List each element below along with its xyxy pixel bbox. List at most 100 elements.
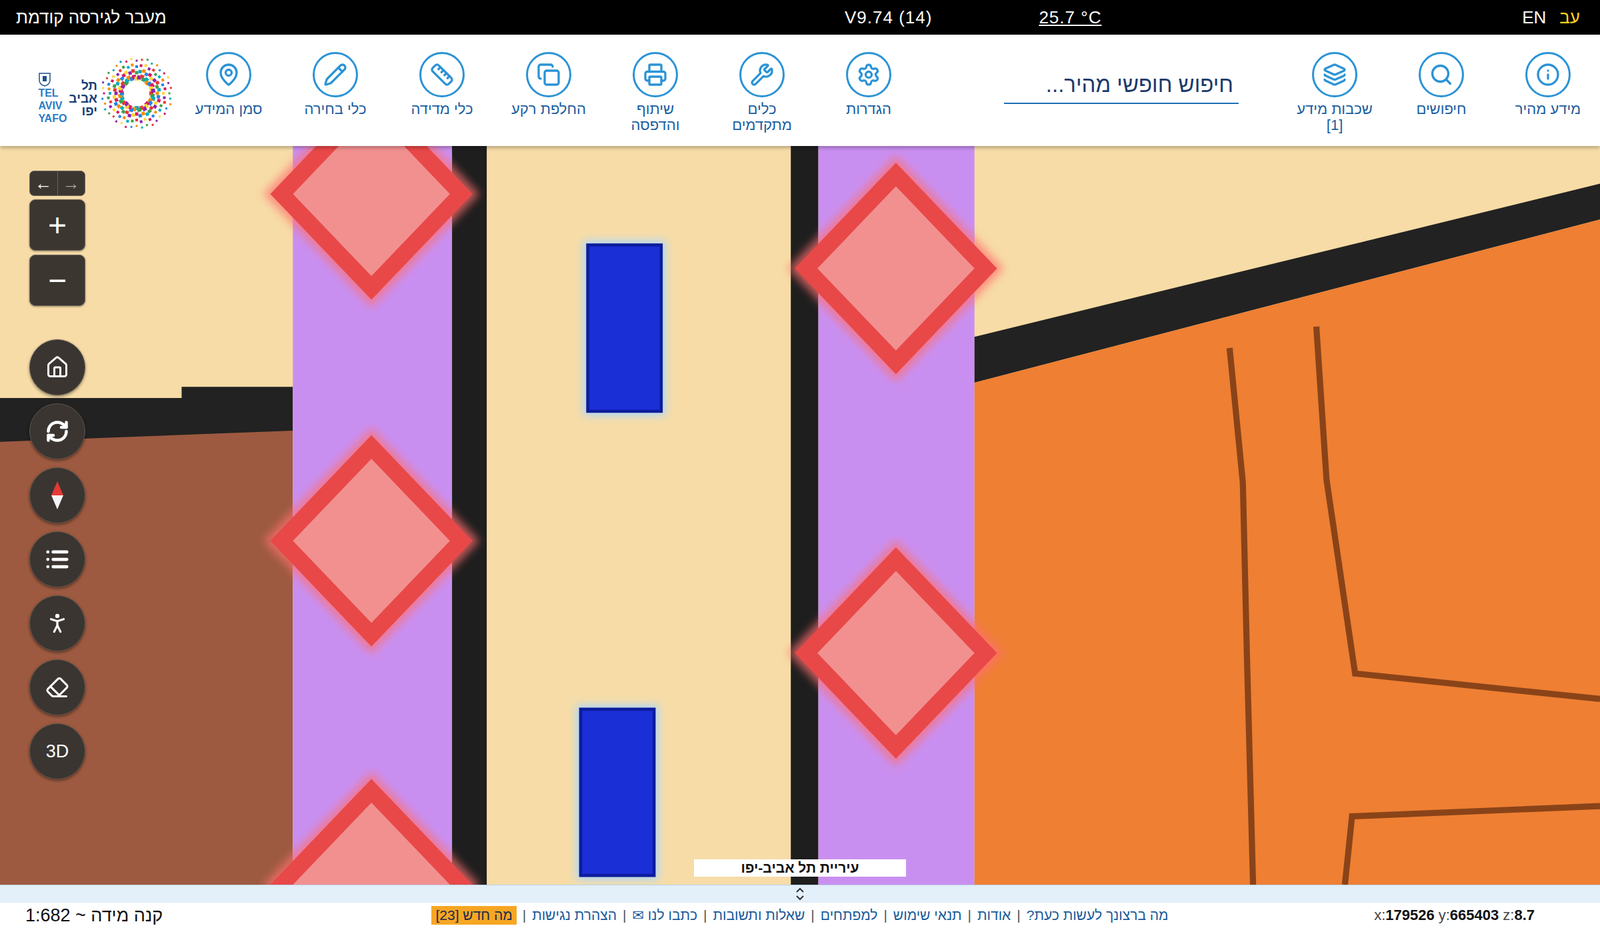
footer-link[interactable]: מה ברצונך לעשות כעת?	[1026, 907, 1169, 924]
quick-search-input[interactable]	[1004, 68, 1239, 102]
home-icon	[45, 355, 70, 380]
street-view-button[interactable]	[29, 595, 86, 652]
separator: |	[1016, 907, 1020, 924]
separator: |	[810, 907, 814, 924]
map-attribution: עיריית תל אביב-יפו	[694, 859, 906, 877]
toolbar-label: כלי מדידה	[410, 101, 473, 118]
toolbar-icon-circle[interactable]	[1525, 52, 1571, 98]
toolbar-button[interactable]: כלי מדידה	[390, 34, 494, 118]
city-logo[interactable]: TELAVIVYAFOתלאביביפו	[38, 50, 174, 136]
language-option[interactable]: עב	[1559, 7, 1580, 28]
previous-version-link[interactable]: מעבר לגירסה קודמת	[16, 7, 845, 28]
refresh-icon	[45, 419, 70, 444]
toolbar-button[interactable]: שיתוףוהדפסה	[603, 34, 708, 134]
separator: |	[883, 907, 887, 924]
coordinate: z:8.7	[1502, 906, 1535, 924]
footer-links: מה ברצונך לעשות כעת? | אודות | תנאי שימוש | למ…	[431, 906, 1168, 925]
parcel-brown	[0, 429, 293, 885]
footer-link[interactable]: שאלות ותשובות	[712, 907, 805, 924]
toolbar-button[interactable]: החלפת רקע	[496, 34, 601, 118]
point-marker	[806, 559, 986, 748]
toolbar-icon-circle[interactable]	[846, 52, 892, 98]
toolbar-icon-circle[interactable]	[206, 52, 252, 98]
toolbar-button[interactable]: כלי בחירה	[283, 34, 388, 118]
toolbar-icon	[430, 62, 454, 87]
north-button[interactable]	[29, 467, 86, 524]
separator: |	[522, 907, 526, 924]
toolbar-icon-circle[interactable]	[632, 52, 678, 98]
history-buttons: ←→	[29, 170, 86, 196]
person-icon	[44, 610, 70, 636]
toolbar-icon	[1536, 62, 1560, 87]
home-button[interactable]	[29, 339, 86, 396]
toolbar-label: שיתוףוהדפסה	[631, 101, 680, 134]
logo-burst-icon	[99, 56, 174, 131]
toolbar-icon	[856, 62, 881, 87]
footer-link[interactable]: הצהרת נגישות	[532, 907, 617, 924]
footer-link[interactable]: למפתחים	[820, 907, 878, 924]
version-label: V9.74 (14)	[844, 7, 932, 28]
building-marker	[576, 705, 658, 880]
panel-divider[interactable]	[0, 884, 1600, 903]
footer-link[interactable]: כתבו לנו ✉	[632, 907, 698, 924]
map[interactable]: ←→ +− 3D עיריית תל אביב-יפו	[0, 146, 1600, 885]
footer-link[interactable]: תנאי שימוש	[893, 907, 962, 924]
toolbar-icon	[1429, 62, 1454, 87]
resize-handle-icon[interactable]	[794, 886, 806, 902]
eraser-icon	[45, 675, 70, 700]
zoom-out-button[interactable]: −	[29, 254, 86, 306]
toolbar-button[interactable]: סמן המידע	[176, 34, 281, 118]
refresh-button[interactable]	[29, 403, 86, 460]
toolbar-icon-circle[interactable]	[1418, 52, 1464, 98]
toolbar-icon-circle[interactable]	[1312, 52, 1358, 98]
map-canvas[interactable]	[0, 146, 1600, 885]
parcel-orange	[974, 219, 1600, 885]
toolbar-icon-circle[interactable]	[739, 52, 785, 98]
coordinate: y:665403	[1438, 906, 1500, 924]
coordinate: x:179526	[1374, 906, 1435, 924]
toolbar-icon-circle[interactable]	[419, 52, 465, 98]
clear-button[interactable]	[29, 659, 86, 716]
toolbar-label: כלי בחירה	[304, 101, 367, 118]
toolbar-icon-circle[interactable]	[312, 52, 358, 98]
toolbar-icon-circle[interactable]	[526, 52, 572, 98]
top-bar: מעבר לגירסה קודמתV9.74 (14) 25.7 °C EN עב	[0, 0, 1600, 35]
toolbar-button[interactable]: הגדרות	[816, 34, 921, 118]
view-3d-button[interactable]: 3D	[29, 723, 86, 780]
toolbar: מידע מהירחיפושים שכבות מידע[1] הגדרות כליםמ…	[0, 34, 1600, 146]
toolbar-button[interactable]: חיפושים	[1389, 34, 1494, 118]
toolbar-icon	[1322, 62, 1347, 87]
toolbar-icon	[216, 62, 241, 87]
toolbar-label: שכבות מידע[1]	[1296, 101, 1373, 134]
forward-button[interactable]: →	[57, 171, 86, 196]
map-tool-list: 3D	[29, 339, 86, 780]
temperature-link[interactable]: 25.7 °C	[1038, 7, 1102, 28]
toolbar-label: החלפת רקע	[511, 101, 586, 118]
point-marker	[281, 790, 461, 885]
point-marker	[281, 146, 461, 288]
language-option[interactable]: EN	[1522, 7, 1546, 28]
list-icon	[44, 546, 70, 572]
back-button[interactable]: ←	[30, 171, 58, 196]
coordinates: x:179526y:665403z:8.7	[1374, 906, 1600, 924]
toolbar-label: הגדרות	[846, 101, 892, 118]
whats-new-badge[interactable]: מה חדש [23]	[431, 906, 516, 925]
scale-label: קנה מידה ~ 1:682	[0, 905, 163, 926]
quick-search	[1004, 66, 1239, 104]
zoom-in-button[interactable]: +	[29, 199, 86, 251]
logo-hebrew: תלאביביפו	[68, 79, 98, 118]
toolbar-button[interactable]: מידע מהיר	[1496, 34, 1600, 118]
footer-link[interactable]: אודות	[977, 907, 1011, 924]
toolbar-button[interactable]: כליםמתקדמים	[710, 34, 814, 134]
map-controls: ←→ +− 3D	[29, 170, 86, 780]
status-bar: קנה מידה ~ 1:682 מה ברצונך לעשות כעת? | אוד…	[0, 902, 1600, 928]
toolbar-label: כליםמתקדמים	[732, 101, 792, 134]
toolbar-label: סמן המידע	[195, 101, 263, 118]
separator: |	[622, 907, 626, 924]
separator: |	[968, 907, 972, 924]
point-marker	[281, 446, 461, 635]
legend-button[interactable]	[29, 531, 86, 588]
toolbar-icon	[323, 62, 348, 87]
toolbar-button[interactable]: שכבות מידע[1]	[1282, 34, 1387, 134]
toolbar-icon	[643, 62, 668, 87]
